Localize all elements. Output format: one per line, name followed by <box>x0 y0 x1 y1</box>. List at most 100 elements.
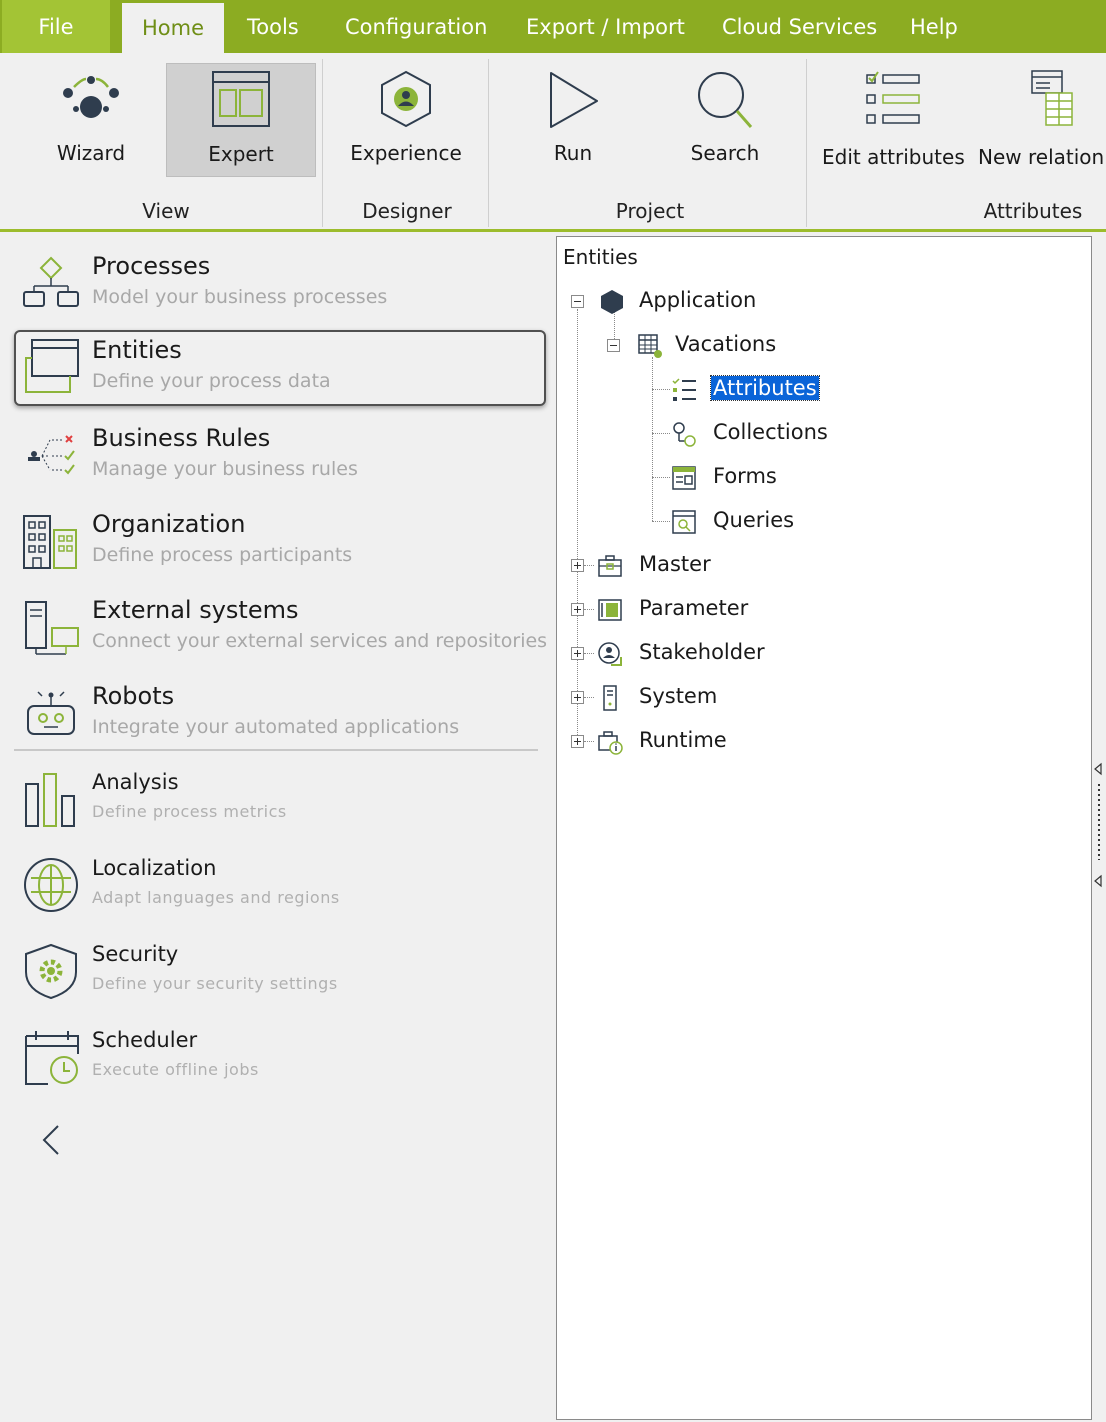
ribbon-separator <box>322 59 323 227</box>
nav-description: Model your business processes <box>92 286 388 308</box>
tree-node-label: Queries <box>713 508 795 532</box>
search-icon <box>698 72 753 128</box>
nav-title: Robots <box>92 682 175 710</box>
edit-attributes-button[interactable]: Edit attributes <box>822 63 965 175</box>
nav-item-entities[interactable]: Entities Define your process data <box>14 330 546 406</box>
nav-item-robots[interactable]: Robots Integrate your automated applicat… <box>14 676 544 748</box>
shield-icon <box>25 943 77 1000</box>
tree-node-master[interactable]: Master <box>571 551 871 581</box>
expand-toggle[interactable] <box>571 647 584 660</box>
tree-node-label: Master <box>639 552 711 576</box>
run-label: Run <box>553 141 593 165</box>
nav-item-processes[interactable]: Processes Model your business processes <box>14 246 544 318</box>
edit-attributes-icon <box>866 71 920 124</box>
expand-toggle[interactable] <box>571 603 584 616</box>
tree-node-queries[interactable]: Queries <box>671 507 891 537</box>
application-icon <box>601 290 623 314</box>
tree-node-label: Stakeholder <box>639 640 765 664</box>
expand-toggle[interactable] <box>571 735 584 748</box>
nav-item-localization[interactable]: Localization Adapt languages and regions <box>14 848 544 920</box>
organization-icon <box>23 515 77 569</box>
new-relation-button[interactable]: New relation <box>976 63 1106 175</box>
expand-toggle[interactable] <box>571 559 584 572</box>
panel-splitter-grip-icon[interactable] <box>1092 760 1106 890</box>
experience-icon <box>381 70 431 128</box>
tree-node-system[interactable]: System <box>571 683 871 713</box>
nav-description: Define process metrics <box>92 802 287 821</box>
tree-node-attributes[interactable]: Attributes <box>671 375 891 405</box>
scheduler-icon <box>25 1031 79 1085</box>
table-icon <box>638 334 662 358</box>
tree-node-vacations[interactable]: Vacations <box>607 331 907 361</box>
left-navigation: Processes Model your business processes … <box>0 232 553 1422</box>
nav-title: Analysis <box>92 770 179 794</box>
tree-node-forms[interactable]: Forms <box>671 463 891 493</box>
nav-description: Execute offline jobs <box>92 1060 259 1079</box>
group-label-project: Project <box>615 199 685 223</box>
nav-description: Connect your external services and repos… <box>92 630 548 652</box>
tree-node-collections[interactable]: Collections <box>671 419 891 449</box>
collapse-toggle[interactable] <box>607 339 620 352</box>
menu-file[interactable]: File <box>2 0 110 53</box>
play-icon <box>550 72 598 128</box>
tree-node-runtime[interactable]: Runtime <box>571 727 871 757</box>
server-icon <box>603 685 617 711</box>
tree-connector <box>652 521 670 522</box>
robot-icon <box>27 691 75 735</box>
expert-button[interactable]: Expert <box>166 63 316 177</box>
wizard-label: Wizard <box>56 141 126 165</box>
group-label-designer: Designer <box>362 199 452 223</box>
nav-item-scheduler[interactable]: Scheduler Execute offline jobs <box>14 1020 544 1092</box>
nav-item-business-rules[interactable]: Business Rules Manage your business rule… <box>14 418 544 490</box>
menu-tools[interactable]: Tools <box>247 0 299 53</box>
business-rules-icon <box>28 435 75 475</box>
nav-item-security[interactable]: Security Define your security settings <box>14 934 544 1006</box>
attributes-list-icon <box>672 378 696 401</box>
collapse-chevron-icon[interactable] <box>36 1120 66 1160</box>
experience-button[interactable]: Experience <box>340 63 472 175</box>
tree-root-label: Entities <box>563 245 638 269</box>
run-button[interactable]: Run <box>520 63 626 175</box>
nav-description: Define your process data <box>92 370 331 392</box>
collapse-toggle[interactable] <box>571 295 584 308</box>
nav-description: Manage your business rules <box>92 458 358 480</box>
external-systems-icon <box>25 601 79 655</box>
nav-item-external-systems[interactable]: External systems Connect your external s… <box>14 590 548 662</box>
nav-title: Entities <box>92 336 182 364</box>
new-relation-label: New relation <box>978 145 1105 169</box>
tree-node-stakeholder[interactable]: Stakeholder <box>571 639 871 669</box>
nav-title: Localization <box>92 856 217 880</box>
wizard-icon <box>63 76 119 118</box>
nav-item-analysis[interactable]: Analysis Define process metrics <box>14 762 544 834</box>
tree-connector <box>577 309 578 745</box>
menu-help[interactable]: Help <box>910 0 958 53</box>
tree-node-application[interactable]: Application <box>571 287 871 317</box>
nav-title: Processes <box>92 252 211 280</box>
nav-description: Integrate your automated applications <box>92 716 460 738</box>
tree-node-label: Runtime <box>639 728 727 752</box>
wizard-button[interactable]: Wizard <box>40 63 142 175</box>
form-icon <box>672 466 696 490</box>
menu-home[interactable]: Home <box>122 3 224 53</box>
collections-icon <box>673 422 696 447</box>
stakeholder-icon <box>598 642 622 666</box>
group-label-attributes: Attributes <box>983 199 1083 223</box>
tree-node-label: Parameter <box>639 596 749 620</box>
tree-node-parameter[interactable]: Parameter <box>571 595 871 625</box>
processes-icon <box>23 256 79 307</box>
tree-connector <box>652 477 670 478</box>
menu-export-import[interactable]: Export / Import <box>526 0 685 53</box>
ribbon-separator <box>806 59 807 227</box>
search-label: Search <box>690 141 760 165</box>
nav-description: Define process participants <box>92 544 353 566</box>
menu-configuration[interactable]: Configuration <box>345 0 487 53</box>
expert-label: Expert <box>208 142 274 166</box>
expand-toggle[interactable] <box>571 691 584 704</box>
nav-item-organization[interactable]: Organization Define process participants <box>14 504 544 576</box>
ribbon: Wizard Expert Experience Run Search Edit… <box>0 53 1106 231</box>
search-button[interactable]: Search <box>672 63 778 175</box>
tree-connector <box>652 433 670 434</box>
experience-label: Experience <box>350 141 462 165</box>
menu-cloud-services[interactable]: Cloud Services <box>722 0 877 53</box>
nav-title: Scheduler <box>92 1028 198 1052</box>
